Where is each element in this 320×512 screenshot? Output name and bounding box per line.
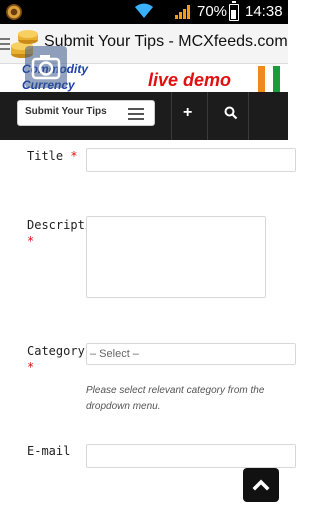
status-bar: 70% 14:38 (0, 0, 288, 24)
category-required-mark: * (27, 360, 35, 374)
nav-menu-select[interactable]: Submit Your Tips (17, 100, 155, 126)
live-demo-text: live demo (148, 70, 232, 90)
nav-divider (207, 92, 208, 140)
india-flag-icon (258, 66, 280, 92)
hamburger-icon (128, 108, 144, 123)
description-textarea[interactable] (86, 216, 266, 298)
add-button[interactable]: + (183, 104, 192, 122)
screenshot-button[interactable] (25, 46, 67, 88)
camera-icon (31, 55, 61, 80)
scroll-to-top-button[interactable] (243, 468, 279, 502)
chevron-up-icon (252, 479, 270, 491)
category-label: Category (27, 344, 85, 358)
signal-icon (175, 5, 190, 19)
category-hint: Please select relevant category from the… (86, 385, 265, 412)
category-select[interactable]: – Select – (86, 343, 296, 365)
category-select-value: – Select – (90, 348, 139, 360)
wifi-icon (135, 3, 153, 18)
clock: 14:38 (245, 3, 283, 20)
page-title: Submit Your Tips - MCXfeeds.com (44, 33, 288, 50)
description-required-mark: * (27, 234, 35, 248)
email-field[interactable] (86, 444, 296, 468)
battery-fill (231, 10, 236, 19)
title-label: Title * (27, 149, 78, 163)
description-label: Description (27, 218, 87, 232)
nav-divider (248, 92, 249, 140)
email-label: E-mail (27, 444, 71, 458)
battery-percent: 70% (197, 3, 228, 20)
site-nav-bar: Submit Your Tips + (0, 92, 288, 140)
battery-icon (229, 1, 239, 21)
search-icon[interactable] (224, 106, 238, 120)
notification-coin-icon (6, 4, 22, 20)
nav-menu-select-label: Submit Your Tips (25, 106, 107, 117)
title-input[interactable] (86, 148, 296, 172)
nav-divider (171, 92, 172, 140)
